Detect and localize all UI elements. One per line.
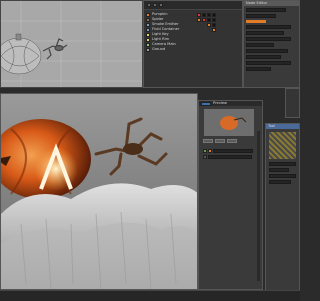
tool-window: Tool [265,123,300,295]
layer-row[interactable] [203,155,258,159]
render-image [1,94,197,289]
param-field[interactable] [246,31,284,35]
tag-icon[interactable] [207,17,211,22]
tag-icon[interactable] [207,12,211,17]
tag-icon[interactable] [202,17,206,22]
accent-bar [246,20,266,23]
object-icon [146,12,150,17]
param-field[interactable] [246,49,288,53]
object-icon [146,22,150,27]
control-button[interactable] [227,139,237,143]
tag-icon[interactable] [207,22,211,27]
param-field[interactable] [246,61,291,65]
render-view[interactable] [0,93,198,290]
preview-toolbar: Preview [199,101,262,106]
preview-tab[interactable] [201,101,211,106]
outliner-panel: Pumpkin Spider Smoke Emitter Fluid Conta… [143,0,243,88]
tag-icon[interactable] [197,12,201,17]
param-field[interactable] [246,67,271,71]
preview-controls [203,139,258,143]
param-field[interactable] [246,8,286,12]
tag-icon[interactable] [212,22,216,27]
outliner-toolbar [144,1,242,10]
tag-icon[interactable] [197,17,201,22]
node-editor-window: Node Editor [243,0,300,88]
preview-panel: Preview [198,100,263,290]
viewport-grid [1,1,142,87]
window-titlebar[interactable]: Tool [266,124,299,129]
param-field[interactable] [246,25,291,29]
render-smoke [1,183,197,289]
toolbar-icon[interactable] [159,3,163,7]
toolbar-icon[interactable] [147,3,151,7]
param-field[interactable] [269,180,291,184]
param-field[interactable] [246,43,274,47]
param-field[interactable] [269,168,289,172]
param-field[interactable] [246,37,291,41]
object-icon [146,17,150,22]
side-attribute-strip [285,88,300,118]
layer-field[interactable] [213,149,253,153]
tag-icon[interactable] [202,12,206,17]
light-icon [146,32,150,37]
texture-swatch[interactable] [269,132,296,159]
outliner-item-label: Ground [152,47,166,51]
window-title: Node Editor [246,1,268,5]
layer-icon [208,149,212,153]
param-field[interactable] [269,174,296,178]
param-field[interactable] [246,14,276,18]
preview-thumbnail[interactable] [204,109,254,136]
layer-icon [203,149,207,153]
tag-icon[interactable] [212,27,216,32]
tag-icon[interactable] [212,17,216,22]
window-title: Tool [268,124,275,128]
object-icon [146,27,150,32]
tag-icon[interactable] [212,12,216,17]
status-bar [0,290,300,301]
object-icon [146,47,150,52]
control-button[interactable] [215,139,225,143]
light-icon [146,37,150,42]
list-item[interactable]: Ground [144,47,242,52]
layer-row[interactable] [203,149,258,153]
layer-field[interactable] [208,155,252,159]
control-button[interactable] [203,139,213,143]
layer-icon [203,155,207,159]
viewport-perspective[interactable] [0,0,143,88]
camera-icon [146,42,150,47]
toolbar-icon[interactable] [153,3,157,7]
param-field[interactable] [246,55,281,59]
preview-label: Preview [213,101,227,105]
scrollbar[interactable] [257,131,260,281]
param-field[interactable] [269,162,296,166]
